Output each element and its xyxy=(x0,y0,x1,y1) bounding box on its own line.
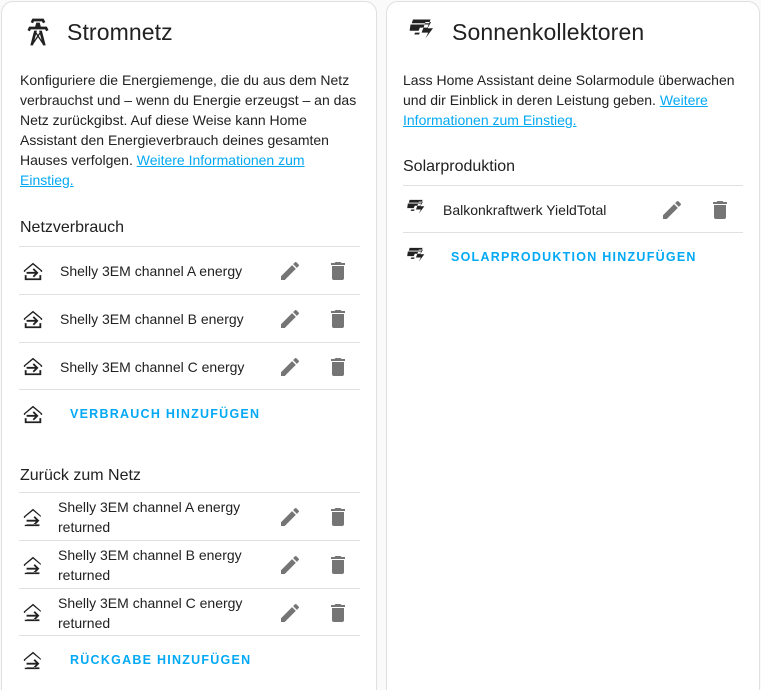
consumption-list: Shelly 3EM channel A energy Shelly 3EM c… xyxy=(19,246,360,438)
return-label-line1: Shelly 3EM channel A energy xyxy=(58,499,241,515)
home-export-icon xyxy=(21,505,45,529)
grid-description: Konfiguriere die Energiemenge, die du au… xyxy=(2,62,376,188)
add-consumption-button[interactable]: VERBRAUCH HINZUFÜGEN xyxy=(70,407,260,421)
return-label-line2: returned xyxy=(58,615,111,631)
return-row: Shelly 3EM channel C energy returned xyxy=(19,588,360,636)
return-section-title: Zurück zum Netz xyxy=(20,467,141,484)
return-label-line1: Shelly 3EM channel B energy xyxy=(58,547,242,563)
consumption-row: Shelly 3EM channel B energy xyxy=(19,294,360,342)
solar-power-icon xyxy=(405,245,429,269)
return-label-line2: returned xyxy=(58,567,111,583)
pencil-icon[interactable] xyxy=(278,307,302,331)
pencil-icon[interactable] xyxy=(278,601,302,625)
return-label: Shelly 3EM channel C energy returned xyxy=(58,593,242,633)
solar-production-section-title: Solarproduktion xyxy=(403,158,516,175)
return-label: Shelly 3EM channel A energy returned xyxy=(58,497,240,537)
solar-power-icon xyxy=(405,197,429,221)
home-import-icon xyxy=(21,259,45,283)
home-import-icon xyxy=(21,307,45,331)
consumption-label: Shelly 3EM channel C energy xyxy=(60,359,245,375)
solar-card-title: Sonnenkollektoren xyxy=(452,18,645,45)
delete-icon[interactable] xyxy=(326,259,350,283)
add-return-button[interactable]: RÜCKGABE HINZUFÜGEN xyxy=(70,653,251,667)
consumption-label: Shelly 3EM channel A energy xyxy=(60,263,243,279)
return-row: Shelly 3EM channel A energy returned xyxy=(19,492,360,540)
consumption-section-title: Netzverbrauch xyxy=(20,219,125,236)
return-label-line1: Shelly 3EM channel C energy xyxy=(58,595,243,611)
home-import-icon xyxy=(21,402,45,426)
delete-icon[interactable] xyxy=(326,307,350,331)
grid-card-title: Stromnetz xyxy=(67,18,173,45)
add-consumption-row[interactable]: VERBRAUCH HINZUFÜGEN xyxy=(19,390,360,438)
return-label: Shelly 3EM channel B energy returned xyxy=(58,545,242,585)
solar-production-row: Balkonkraftwerk YieldTotal xyxy=(403,185,743,233)
solar-production-list: Balkonkraftwerk YieldTotal SOLARPRODUKTI… xyxy=(403,185,743,281)
consumption-row: Shelly 3EM channel C energy xyxy=(19,342,360,390)
grid-card: Stromnetz Konfiguriere die Energiemenge,… xyxy=(1,1,377,690)
add-return-row[interactable]: RÜCKGABE HINZUFÜGEN xyxy=(19,636,360,684)
solar-power-icon xyxy=(407,16,439,48)
solar-description: Lass Home Assistant deine Solarmodule üb… xyxy=(387,62,759,128)
consumption-row: Shelly 3EM channel A energy xyxy=(19,246,360,294)
transmission-tower-icon xyxy=(22,16,54,48)
pencil-icon[interactable] xyxy=(278,259,302,283)
home-import-icon xyxy=(21,354,45,378)
pencil-icon[interactable] xyxy=(660,198,684,222)
pencil-icon[interactable] xyxy=(278,505,302,529)
delete-icon[interactable] xyxy=(326,355,350,379)
solar-card-header: Sonnenkollektoren xyxy=(387,2,759,62)
return-label-line2: returned xyxy=(58,519,111,535)
pencil-icon[interactable] xyxy=(278,355,302,379)
delete-icon[interactable] xyxy=(326,601,350,625)
delete-icon[interactable] xyxy=(326,553,350,577)
home-export-icon xyxy=(21,553,45,577)
add-solar-production-button[interactable]: SOLARPRODUKTION HINZUFÜGEN xyxy=(451,250,697,264)
solar-card: Sonnenkollektoren Lass Home Assistant de… xyxy=(386,1,760,690)
return-list: Shelly 3EM channel A energy returned Shel… xyxy=(19,492,360,684)
delete-icon[interactable] xyxy=(708,198,732,222)
grid-card-header: Stromnetz xyxy=(2,2,376,62)
home-export-icon xyxy=(21,648,45,672)
delete-icon[interactable] xyxy=(326,505,350,529)
return-row: Shelly 3EM channel B energy returned xyxy=(19,540,360,588)
solar-production-label: Balkonkraftwerk YieldTotal xyxy=(443,202,607,218)
pencil-icon[interactable] xyxy=(278,553,302,577)
add-solar-production-row[interactable]: SOLARPRODUKTION HINZUFÜGEN xyxy=(403,233,743,281)
consumption-label: Shelly 3EM channel B energy xyxy=(60,311,244,327)
home-export-icon xyxy=(21,600,45,624)
